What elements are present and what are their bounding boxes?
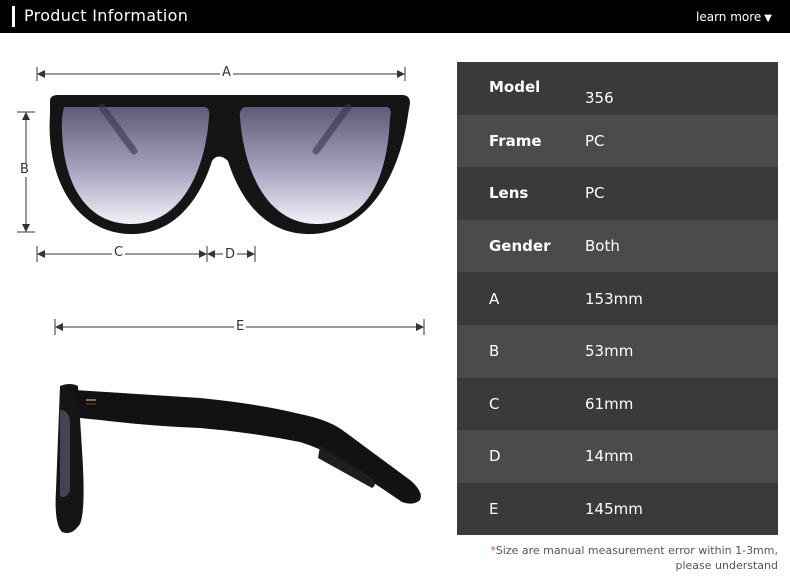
spec-value: 145mm: [585, 500, 643, 519]
spec-value: 153mm: [585, 289, 643, 308]
spec-row-a: A 153mm: [457, 272, 778, 325]
spec-value: 61mm: [585, 394, 634, 413]
dimension-c-label: C: [112, 245, 126, 260]
dimension-a-label: A: [220, 65, 233, 80]
spec-value: PC: [585, 184, 605, 203]
dimension-e-label: E: [234, 319, 247, 334]
spec-row-d: D 14mm: [457, 430, 778, 483]
learn-more-label: learn more: [696, 10, 762, 24]
spec-key: D: [489, 447, 501, 466]
spec-row-model: Model 356: [457, 62, 778, 115]
spec-row-frame: Frame PC: [457, 114, 778, 168]
spec-key: E: [489, 500, 499, 519]
spec-row-b: B 53mm: [457, 324, 778, 378]
spec-key: A: [489, 289, 500, 308]
spec-row-lens: Lens PC: [457, 167, 778, 220]
spec-key: Lens: [489, 184, 529, 203]
header-accent: [12, 6, 15, 27]
spec-row-gender: Gender Both: [457, 219, 778, 273]
spec-value: 356: [585, 89, 614, 107]
spec-key: Frame: [489, 131, 542, 150]
spec-value: PC: [585, 131, 605, 150]
note-line-2: please understand: [675, 559, 779, 572]
learn-more-link[interactable]: learn more ▼: [696, 10, 772, 24]
page-title: Product Information: [24, 6, 189, 25]
spec-key: Model: [489, 78, 541, 96]
dimension-d-label: D: [223, 247, 238, 262]
spec-value: 14mm: [585, 447, 634, 466]
spec-key: B: [489, 342, 500, 361]
glasses-side: [55, 384, 421, 533]
spec-row-e: E 145mm: [457, 482, 778, 536]
side-view-illustration: [54, 319, 425, 533]
glasses-front: [49, 95, 410, 235]
spec-row-c: C 61mm: [457, 377, 778, 431]
triangle-down-icon: ▼: [764, 13, 772, 24]
spec-value: Both: [585, 237, 620, 256]
note-line-1: Size are manual measurement error within…: [495, 544, 778, 557]
header-bar: Product Information learn more ▼: [0, 0, 790, 33]
spec-key: Gender: [489, 237, 551, 256]
spec-table: Model 356 Frame PC Lens PC Gender Both A…: [457, 62, 778, 536]
spec-key: C: [489, 394, 500, 413]
spec-value: 53mm: [585, 342, 634, 361]
dimension-b-label: B: [18, 162, 31, 177]
measurement-note: *Size are manual measurement error withi…: [448, 543, 778, 573]
